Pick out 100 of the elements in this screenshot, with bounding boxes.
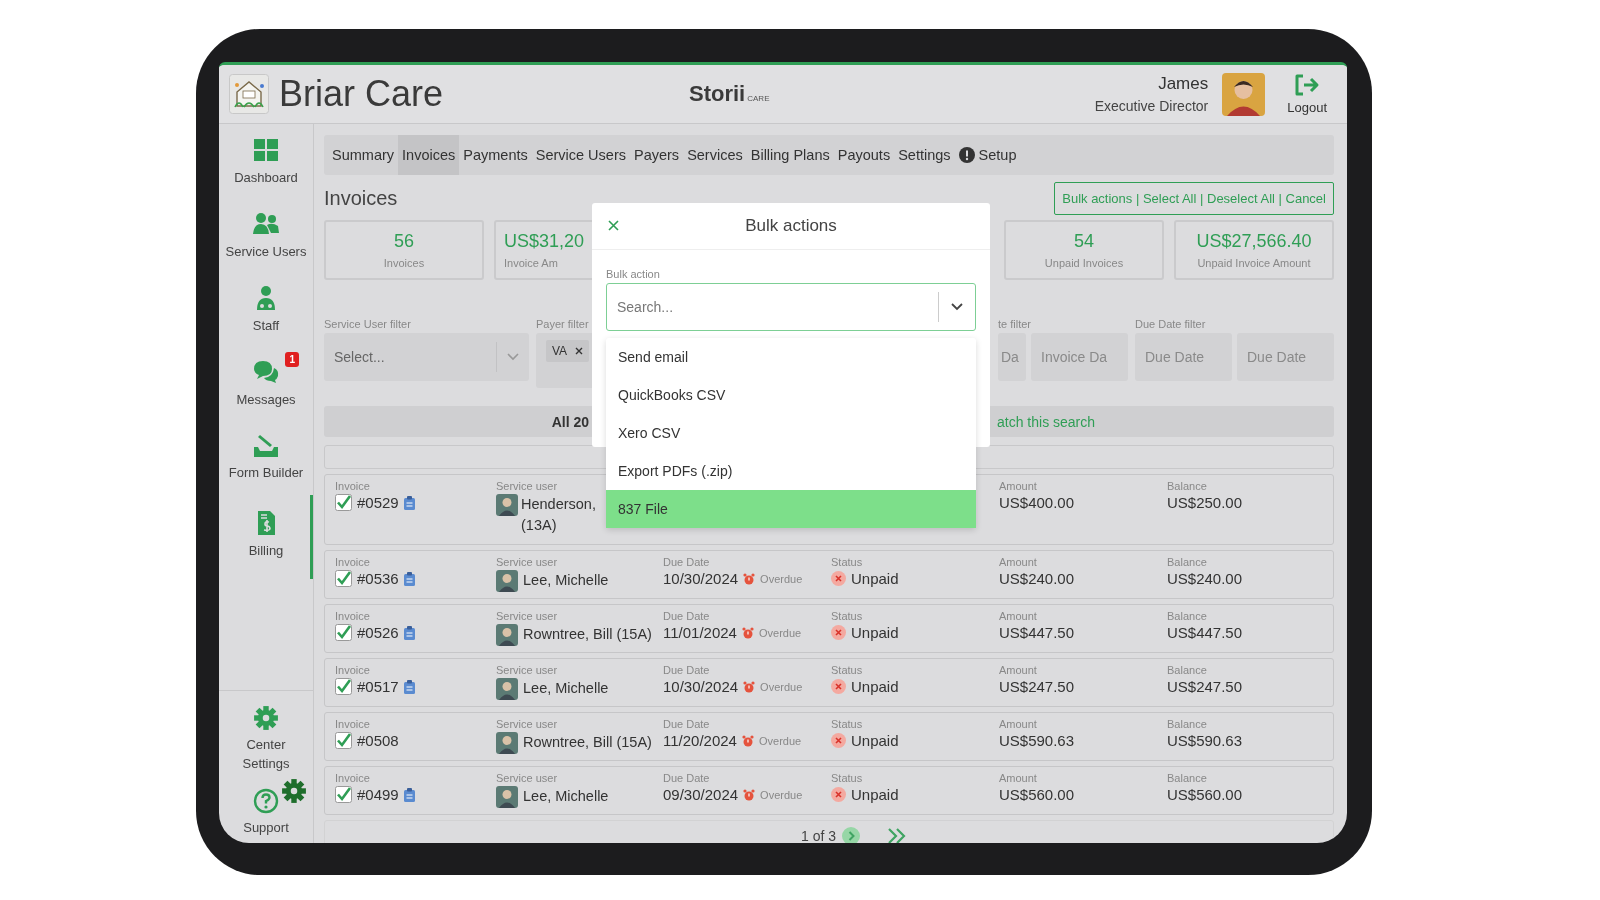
tab[interactable]: Invoices: [398, 135, 460, 175]
field-label: Service user: [496, 664, 559, 676]
notification-badge: 1: [285, 351, 299, 367]
dashboard-grid-icon[interactable]: [252, 136, 280, 164]
search-input[interactable]: Search...: [617, 284, 926, 330]
invoice-number[interactable]: #0529: [357, 494, 399, 511]
dropdown-option[interactable]: QuickBooks CSV: [606, 376, 976, 414]
stat-label: Unpaid Invoices: [1044, 257, 1124, 269]
invoice-number[interactable]: #0517: [357, 678, 399, 695]
chevron-down-icon[interactable]: [951, 303, 963, 311]
clipboard-icon[interactable]: [403, 625, 415, 640]
field-label: Balance: [1167, 772, 1208, 784]
amount-value: US$560.00: [999, 786, 1075, 803]
invoice-row[interactable]: Invoice #0536 Service user Lee, Michelle Due Date 10/30/2024 Overdue Status Unpaid Amount US$240.00 Balance US$240.00: [324, 550, 1334, 599]
tab[interactable]: Payouts: [833, 135, 895, 175]
settings-icon[interactable]: [253, 705, 279, 732]
service-user-name[interactable]: Rowntree, Bill (15A): [523, 732, 652, 753]
sidebar-item[interactable]: Support: [219, 782, 313, 843]
service-user-name[interactable]: Henderson, (13A): [521, 494, 606, 537]
checkbox[interactable]: [335, 624, 352, 641]
checkbox[interactable]: [335, 678, 352, 695]
tab[interactable]: Payments: [459, 135, 532, 175]
remove-icon[interactable]: [575, 347, 584, 355]
service-user-name[interactable]: Rowntree, Bill (15A): [523, 624, 652, 645]
next-page-button[interactable]: [842, 827, 861, 843]
field-label: Status: [831, 610, 864, 622]
tab[interactable]: Summary: [328, 135, 399, 175]
field-label: Invoice: [335, 772, 371, 784]
alarm-clock-icon: [741, 734, 754, 747]
checkbox[interactable]: [335, 732, 352, 749]
filter-label: Service User filter: [324, 318, 411, 330]
sidebar-item[interactable]: Billing: [219, 495, 313, 580]
field-label: Amount: [999, 718, 1038, 730]
logout-icon[interactable]: [1294, 73, 1321, 96]
product-logo-text: Storii: [689, 81, 746, 107]
invoice-number[interactable]: #0499: [357, 786, 399, 803]
field-label: Balance: [1167, 718, 1208, 730]
stat-label: Invoices: [383, 257, 425, 269]
invoice-row[interactable]: Invoice #0526 Service user Rowntree, Bill (15A) Due Date 11/01/2024 Overdue Status Unpaid Amount US$447.50 Balance US$447.50: [324, 604, 1334, 653]
clipboard-icon[interactable]: [403, 787, 415, 802]
field-label: Amount: [999, 556, 1038, 568]
filter-label: Payer filter: [536, 318, 589, 330]
invoice-number[interactable]: #0526: [357, 624, 399, 641]
invoice-row[interactable]: Invoice #0508 Service user Rowntree, Bill (15A) Due Date 11/20/2024 Overdue Status Unpaid Amount US$590.63 Balance US$590.63: [324, 712, 1334, 761]
date-field[interactable]: Da: [998, 333, 1026, 381]
field-label: Due Date: [663, 610, 711, 622]
clipboard-icon[interactable]: [403, 679, 415, 694]
tab[interactable]: Settings: [894, 135, 955, 175]
field-label: Service user: [496, 556, 559, 568]
status-text: Unpaid: [851, 624, 899, 641]
sidebar-item[interactable]: Service Users: [219, 199, 313, 272]
status-text: Unpaid: [851, 786, 899, 803]
invoice-row[interactable]: Invoice #0499 Service user Lee, Michelle Due Date 09/30/2024 Overdue Status Unpaid Amount US$560.00 Balance US$560.00: [324, 766, 1334, 815]
help-icon[interactable]: [253, 788, 279, 815]
gear-icon: [281, 778, 307, 804]
balance-value: US$250.00: [1167, 494, 1243, 511]
date-field[interactable]: Due Date: [1135, 333, 1232, 381]
date-field[interactable]: Invoice Da: [1031, 333, 1128, 381]
logout-button[interactable]: Logout: [1287, 73, 1327, 115]
dropdown-option[interactable]: Send email: [606, 338, 976, 376]
field-label: Due Date: [663, 664, 711, 676]
date-field[interactable]: Due Date: [1237, 333, 1334, 381]
clipboard-icon[interactable]: [403, 495, 415, 510]
field-label: Balance: [1167, 480, 1208, 492]
product-logo-tag: CARE: [747, 94, 770, 103]
tab[interactable]: Services: [683, 135, 747, 175]
service-user-select[interactable]: Select...: [324, 333, 529, 381]
service-user-name[interactable]: Lee, Michelle: [523, 786, 609, 807]
service-user-name[interactable]: Lee, Michelle: [523, 678, 609, 699]
tab[interactable]: Billing Plans: [746, 135, 834, 175]
stat-label: Invoice Am: [504, 257, 558, 269]
filter-chip[interactable]: VA: [546, 340, 590, 362]
balance-value: US$560.00: [1167, 786, 1243, 803]
service-user-name[interactable]: Lee, Michelle: [523, 570, 609, 591]
checkbox[interactable]: [335, 494, 352, 511]
tab[interactable]: Setup: [954, 135, 1021, 175]
clipboard-icon[interactable]: [403, 571, 415, 586]
bulk-action-select[interactable]: Search...: [606, 283, 976, 331]
invoice-number[interactable]: #0536: [357, 570, 399, 587]
tab[interactable]: Service Users: [531, 135, 630, 175]
avatar-icon: [496, 624, 518, 646]
invoice-row[interactable]: Invoice #0517 Service user Lee, Michelle Due Date 10/30/2024 Overdue Status Unpaid Amount US$247.50 Balance US$247.50: [324, 658, 1334, 707]
field-label: Service user: [496, 718, 559, 730]
close-icon[interactable]: [608, 220, 619, 231]
sidebar-item[interactable]: Staff: [219, 273, 313, 346]
checkbox[interactable]: [335, 570, 352, 587]
sidebar-item[interactable]: Form Builder: [219, 421, 313, 494]
field-label: Balance: [1167, 556, 1208, 568]
checkbox[interactable]: [335, 786, 352, 803]
overdue-label: Overdue: [760, 680, 803, 693]
sidebar-item[interactable]: Messages 1: [219, 347, 313, 420]
invoice-number[interactable]: #0508: [357, 732, 399, 749]
dropdown-option[interactable]: Xero CSV: [606, 414, 976, 452]
dropdown-option[interactable]: 837 File: [606, 490, 976, 528]
sidebar-item[interactable]: Dashboard: [219, 126, 313, 198]
tab[interactable]: Payers: [630, 135, 684, 175]
results-count: All 20: [551, 413, 589, 430]
field-label: Invoice: [335, 664, 371, 676]
sidebar-item[interactable]: Center Settings: [219, 699, 313, 781]
overdue-label: Overdue: [758, 626, 802, 639]
